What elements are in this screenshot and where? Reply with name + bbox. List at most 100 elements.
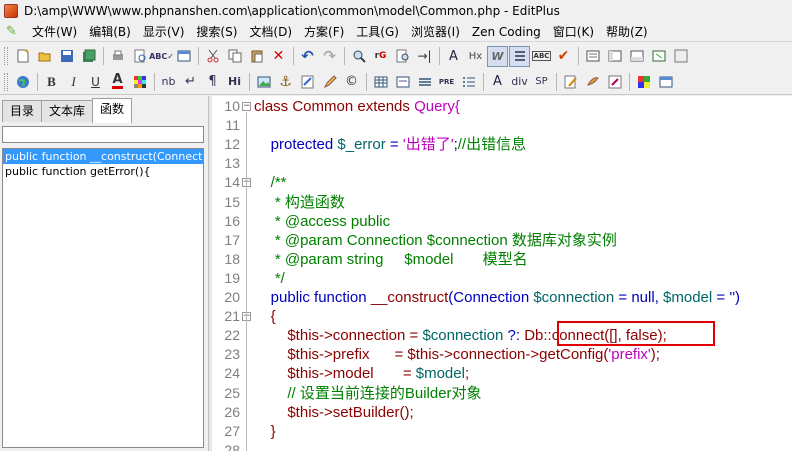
- code-line[interactable]: $this->model = $model;: [254, 364, 469, 383]
- redo-button[interactable]: ↷: [319, 46, 340, 67]
- menu-view[interactable]: 显示(V): [137, 23, 191, 40]
- span-button[interactable]: SP: [531, 71, 552, 92]
- browser-preview-button[interactable]: [173, 46, 194, 67]
- color-grid-icon[interactable]: [129, 71, 150, 92]
- code-line[interactable]: // 设置当前连接的Builder对象: [254, 384, 481, 403]
- find-in-files-button[interactable]: [392, 46, 413, 67]
- abc-ruler-button[interactable]: ABC: [531, 46, 552, 67]
- code-line[interactable]: }: [254, 422, 276, 441]
- menu-browser[interactable]: 浏览器(I): [405, 23, 466, 40]
- code-token: __construct: [370, 289, 449, 306]
- open-file-button[interactable]: [34, 46, 55, 67]
- script-button[interactable]: [582, 71, 603, 92]
- copy-button[interactable]: [224, 46, 245, 67]
- pre-button[interactable]: PRE: [436, 71, 457, 92]
- print-button[interactable]: [107, 46, 128, 67]
- tab-functions[interactable]: 函数: [92, 98, 133, 123]
- fold-toggle-icon[interactable]: −: [242, 102, 251, 111]
- hx-heading-button[interactable]: Hx: [465, 46, 486, 67]
- code-line[interactable]: * 构造函数: [254, 193, 345, 212]
- line-break-button[interactable]: ↵: [180, 71, 201, 92]
- menu-document[interactable]: 文档(D): [243, 23, 298, 40]
- find-button[interactable]: [348, 46, 369, 67]
- font-color-button[interactable]: A: [107, 71, 128, 92]
- form-button[interactable]: [392, 71, 413, 92]
- code-line[interactable]: protected $_error = '出错了';//出错信息: [254, 135, 526, 154]
- font-size-button[interactable]: A: [443, 46, 464, 67]
- code-line[interactable]: public function __construct(Connection $…: [254, 288, 740, 307]
- nbsp-button[interactable]: nb: [158, 71, 179, 92]
- menu-tools[interactable]: 工具(G): [350, 23, 405, 40]
- line-number-gutter: 10−11121314−15161718192021−2223242526272…: [212, 96, 252, 451]
- undo-button[interactable]: ↶: [297, 46, 318, 67]
- bold-button[interactable]: B: [41, 71, 62, 92]
- toolbar-grip[interactable]: [4, 72, 8, 91]
- style-edit-button[interactable]: [560, 71, 581, 92]
- code-line[interactable]: */: [254, 269, 285, 288]
- fullscreen-button[interactable]: [648, 46, 669, 67]
- globe-icon[interactable]: [12, 71, 33, 92]
- anchor-button[interactable]: ⚓: [275, 71, 296, 92]
- menu-file[interactable]: 文件(W): [26, 23, 83, 40]
- code-editor[interactable]: 10−11121314−15161718192021−2223242526272…: [212, 96, 792, 451]
- code-line[interactable]: $this->prefix = $this->connection->getCo…: [254, 345, 660, 364]
- toolbar-separator: [154, 72, 155, 91]
- delete-button[interactable]: ✕: [268, 46, 289, 67]
- image-button[interactable]: [253, 71, 274, 92]
- table-button[interactable]: [370, 71, 391, 92]
- code-line[interactable]: * @param Connection $connection 数据库对象实例: [254, 231, 617, 250]
- menu-help[interactable]: 帮助(Z): [600, 23, 654, 40]
- font-button[interactable]: A: [487, 71, 508, 92]
- window-icon[interactable]: [655, 71, 676, 92]
- menu-zen-coding[interactable]: Zen Coding: [466, 25, 547, 39]
- line-number-button[interactable]: [509, 45, 530, 67]
- cut-button[interactable]: [202, 46, 223, 67]
- word-wrap-button[interactable]: W: [487, 45, 508, 67]
- code-area[interactable]: class Common extends Query{ protected $_…: [254, 96, 792, 451]
- function-list-item[interactable]: public function __construct(Connection $…: [3, 149, 203, 164]
- cliptext-button[interactable]: [582, 46, 603, 67]
- code-line[interactable]: /**: [254, 173, 287, 192]
- toolbar-grip[interactable]: [4, 47, 8, 65]
- check-mark-button[interactable]: ✔: [553, 46, 574, 67]
- comment-button[interactable]: ©: [341, 71, 362, 92]
- menu-project[interactable]: 方案(F): [298, 23, 350, 40]
- code-line[interactable]: {: [254, 307, 276, 326]
- line-number: 13: [224, 155, 240, 172]
- code-line[interactable]: * @param string $model 模型名: [254, 250, 528, 269]
- goto-line-button[interactable]: →|: [414, 46, 435, 67]
- paragraph-button[interactable]: ¶: [202, 71, 223, 92]
- hyperlink-button[interactable]: [297, 71, 318, 92]
- menu-search[interactable]: 搜索(S): [190, 23, 243, 40]
- color-picker-button[interactable]: [604, 71, 625, 92]
- help-button[interactable]: [670, 46, 691, 67]
- hr-button[interactable]: [414, 71, 435, 92]
- italic-button[interactable]: I: [63, 71, 84, 92]
- edit-link-button[interactable]: [319, 71, 340, 92]
- underline-button[interactable]: U: [85, 71, 106, 92]
- heading-button[interactable]: Hi: [224, 71, 245, 92]
- new-file-button[interactable]: [12, 46, 33, 67]
- spell-check-button[interactable]: ABC✓: [149, 46, 174, 67]
- save-button[interactable]: [56, 46, 77, 67]
- save-all-button[interactable]: [78, 46, 99, 67]
- function-filter-input[interactable]: [2, 126, 204, 143]
- palette-icon[interactable]: [633, 71, 654, 92]
- menu-window[interactable]: 窗口(K): [547, 23, 600, 40]
- replace-button[interactable]: rG: [370, 46, 391, 67]
- code-line[interactable]: class Common extends Query{: [254, 97, 460, 116]
- code-line[interactable]: * @access public: [254, 212, 390, 231]
- div-button[interactable]: div: [509, 71, 530, 92]
- print-preview-button[interactable]: [129, 46, 150, 67]
- list-button[interactable]: [458, 71, 479, 92]
- side-panel-tabs: 目录 文本库 函数: [2, 98, 133, 123]
- output-window-button[interactable]: [626, 46, 647, 67]
- function-list-item[interactable]: public function getError(){: [3, 164, 203, 179]
- menu-edit[interactable]: 编辑(B): [83, 23, 137, 40]
- code-token: {: [254, 308, 276, 326]
- paste-button[interactable]: [246, 46, 267, 67]
- code-line[interactable]: $this->setBuilder();: [254, 403, 413, 422]
- tab-directory[interactable]: 目录: [2, 100, 43, 122]
- directory-button[interactable]: [604, 46, 625, 67]
- tab-cliptext[interactable]: 文本库: [41, 100, 94, 122]
